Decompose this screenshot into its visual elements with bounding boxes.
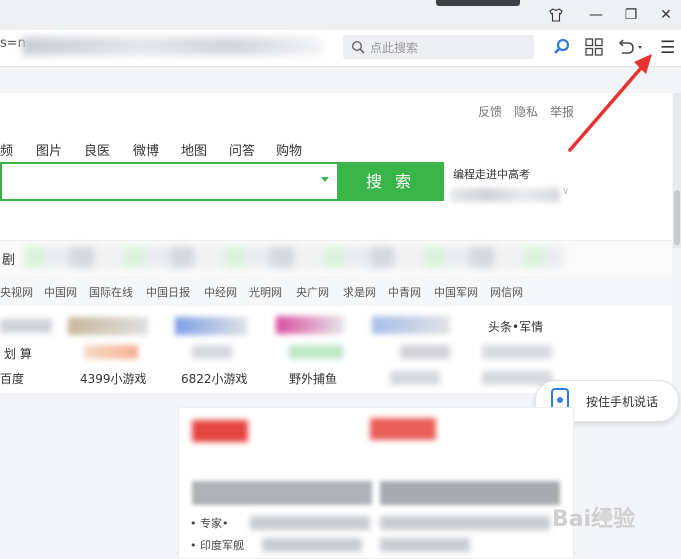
news-item[interactable]: • 专家• [190, 515, 228, 531]
site-link[interactable]: 国际在线 [89, 284, 133, 300]
redacted-link[interactable] [289, 345, 343, 359]
site-link[interactable]: 央视网 [0, 284, 33, 300]
redacted-link[interactable] [68, 317, 148, 335]
news-redaction [380, 516, 550, 530]
title-bar [0, 0, 681, 30]
dropdown-caret-icon[interactable] [321, 177, 329, 182]
chevron-down-icon[interactable]: ∨ [562, 186, 569, 197]
search-placeholder: 点此搜索 [370, 41, 419, 55]
news-item[interactable]: • 印度军舰 [190, 537, 244, 553]
site-link[interactable]: 央广网 [296, 284, 329, 300]
minimize-button[interactable]: — [580, 0, 612, 30]
site-link[interactable]: 网信网 [490, 284, 523, 300]
close-button[interactable]: ✕ [650, 0, 681, 30]
privacy-link[interactable]: 隐私 [514, 103, 538, 120]
redacted-link[interactable] [400, 345, 450, 359]
fishing-link[interactable]: 野外捕鱼 [289, 370, 337, 387]
search-box[interactable]: 点此搜索 [343, 35, 534, 59]
site-link[interactable]: 中青网 [388, 284, 421, 300]
tab-map[interactable]: 地图 [181, 140, 207, 159]
tab-qa[interactable]: 问答 [229, 140, 255, 159]
hot-topic-redaction [450, 188, 560, 202]
shirt-icon[interactable] [540, 0, 572, 30]
scrollbar-thumb[interactable] [674, 190, 680, 245]
game-4399-link[interactable]: 4399小游戏 [80, 370, 147, 387]
voice-label: 按住手机说话 [586, 395, 659, 409]
tab-doctor[interactable]: 良医 [84, 140, 110, 159]
site-link[interactable]: 中经网 [204, 284, 237, 300]
drama-label[interactable]: 剧 [2, 249, 15, 268]
site-link[interactable]: 求是网 [343, 284, 376, 300]
redacted-link[interactable] [192, 345, 232, 359]
tab-shopping[interactable]: 购物 [276, 140, 302, 159]
tab-images[interactable]: 图片 [36, 140, 62, 159]
tab-video[interactable]: 频 [0, 140, 13, 159]
news-military-link[interactable]: 头条•军情 [488, 318, 543, 335]
drama-redaction [24, 246, 564, 268]
site-link[interactable]: 光明网 [249, 284, 282, 300]
annotation-arrow [568, 54, 652, 152]
deals-link[interactable]: 划 算 [4, 345, 32, 362]
redacted-link[interactable] [175, 317, 247, 335]
media-strip [436, 0, 520, 6]
site-link[interactable]: 中国网 [44, 284, 77, 300]
news-redaction [262, 538, 362, 552]
news-redaction [380, 538, 470, 552]
search-button[interactable]: 搜 索 [337, 162, 444, 201]
news-headline-image[interactable] [192, 481, 372, 505]
news-headline-image[interactable] [380, 481, 560, 505]
watermark: Bai经验 [548, 490, 678, 554]
hot-topic-link[interactable]: 编程走进中高考 [453, 166, 530, 182]
feedback-link[interactable]: 反馈 [478, 103, 502, 120]
news-tag[interactable] [192, 420, 248, 442]
search-icon [351, 39, 365, 58]
site-link[interactable]: 中国日报 [146, 284, 190, 300]
main-search-input[interactable] [0, 162, 337, 201]
redacted-link[interactable] [372, 316, 450, 334]
redacted-link[interactable] [482, 371, 552, 385]
redacted-link[interactable] [390, 371, 440, 385]
menu-icon[interactable]: ☰ [660, 38, 675, 58]
news-redaction [250, 516, 370, 530]
game-6822-link[interactable]: 6822小游戏 [181, 370, 248, 387]
redacted-link[interactable] [276, 316, 344, 334]
redacted-link[interactable] [84, 345, 138, 359]
address-redaction [22, 37, 322, 55]
redacted-link[interactable] [482, 345, 552, 359]
watermark-text: Bai经验 [552, 506, 635, 532]
tab-weibo[interactable]: 微博 [133, 140, 159, 159]
baidu-link[interactable]: 百度 [0, 370, 24, 387]
redacted-link[interactable] [0, 319, 52, 333]
restore-button[interactable]: ❐ [615, 0, 647, 30]
site-link[interactable]: 中国军网 [434, 284, 478, 300]
news-tag[interactable] [370, 418, 436, 440]
